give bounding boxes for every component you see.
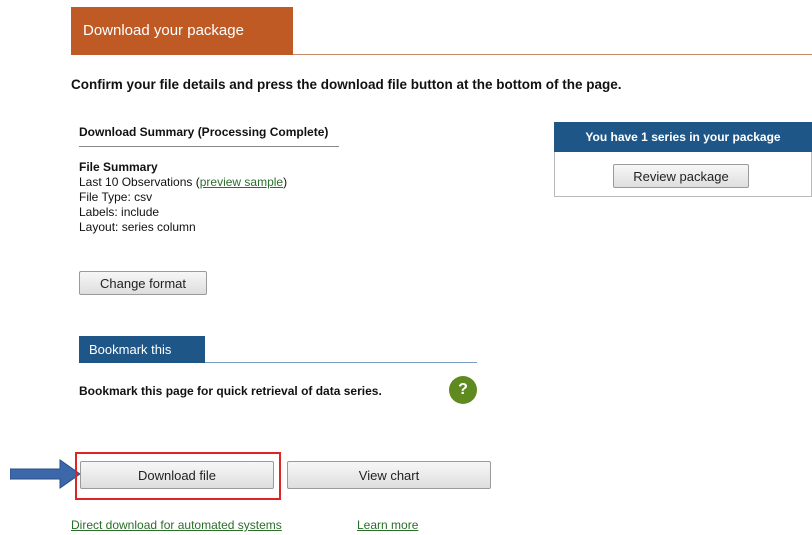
review-package-button[interactable]: Review package xyxy=(613,164,749,188)
file-summary: File Summary Last 10 Observations (previ… xyxy=(79,160,287,235)
bookmark-tab: Bookmark this xyxy=(79,336,205,363)
labels-setting: Labels: include xyxy=(79,205,160,219)
layout-setting: Layout: series column xyxy=(79,220,196,234)
observations-prefix: Last 10 Observations ( xyxy=(79,175,200,189)
file-summary-label: File Summary xyxy=(79,160,158,174)
preview-sample-link[interactable]: preview sample xyxy=(200,175,283,189)
instructions-text: Confirm your file details and press the … xyxy=(71,77,622,92)
bookmark-instructions: Bookmark this page for quick retrieval o… xyxy=(79,384,382,398)
summary-divider xyxy=(79,146,339,147)
observations-suffix: ) xyxy=(283,175,288,189)
bookmark-divider xyxy=(205,362,477,363)
package-count-header: You have 1 series in your package xyxy=(554,122,812,152)
arrow-right-icon xyxy=(10,459,81,489)
file-type: File Type: csv xyxy=(79,190,153,204)
observations-line: Last 10 Observations (preview sample) xyxy=(79,175,287,190)
direct-download-link[interactable]: Direct download for automated systems xyxy=(71,518,282,532)
view-chart-button[interactable]: View chart xyxy=(287,461,491,489)
download-package-tab: Download your package xyxy=(71,7,293,55)
download-file-button[interactable]: Download file xyxy=(80,461,274,489)
help-icon[interactable]: ? xyxy=(449,376,477,404)
header-divider xyxy=(293,54,812,55)
download-summary-title: Download Summary (Processing Complete) xyxy=(79,125,329,139)
learn-more-link[interactable]: Learn more xyxy=(357,518,418,532)
change-format-button[interactable]: Change format xyxy=(79,271,207,295)
